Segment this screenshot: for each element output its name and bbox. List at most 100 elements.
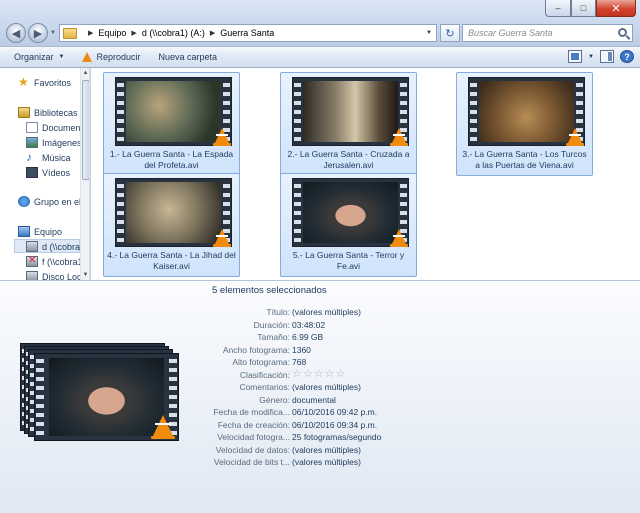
nav-item-drive-f[interactable]: f (\\cobra1 <box>26 255 83 267</box>
property-row-frame-width: Ancho fotograma: 1360 <box>180 345 600 357</box>
file-tile[interactable]: 1.- La Guerra Santa - La Espada del Prof… <box>103 72 240 176</box>
scroll-down-icon[interactable]: ▼ <box>81 270 89 280</box>
nav-item-documents[interactable]: Documen <box>26 122 81 133</box>
nav-item-libraries[interactable]: Bibliotecas <box>18 107 78 118</box>
property-value[interactable]: documental <box>292 395 336 405</box>
file-tile[interactable]: 4.- La Guerra Santa - La Jihad del Kaise… <box>103 173 240 277</box>
star-icon[interactable]: ☆ <box>336 368 346 380</box>
chevron-right-icon[interactable]: ▶ <box>210 29 215 37</box>
recent-pages-dropdown[interactable]: ▼ <box>50 30 56 36</box>
video-thumbnail <box>115 77 232 146</box>
vlc-cone-icon <box>151 415 175 439</box>
scroll-up-icon[interactable]: ▲ <box>81 68 89 78</box>
nav-item-drive-d[interactable]: d (\\cobra <box>26 241 80 252</box>
play-button[interactable]: Reproducir <box>82 52 141 62</box>
vlc-cone-icon <box>213 229 231 247</box>
vlc-cone-icon <box>566 128 584 146</box>
filmstrip-icon <box>34 353 179 441</box>
help-icon[interactable]: ? <box>620 50 634 63</box>
nav-label: Música <box>42 152 71 163</box>
organize-button[interactable]: Organizar ▼ <box>14 52 64 62</box>
property-label: Género: <box>259 394 290 405</box>
local-disk-icon <box>26 271 38 280</box>
file-name: 5.- La Guerra Santa - Terror y Fe.avi <box>292 250 405 271</box>
vlc-cone-icon <box>390 128 408 146</box>
address-dropdown[interactable]: ▼ <box>422 25 436 41</box>
vlc-cone-icon <box>390 229 408 247</box>
file-tile[interactable]: 2.- La Guerra Santa - Cruzada a Jerusale… <box>280 72 417 176</box>
property-value: (valores múltiples) <box>292 444 361 455</box>
file-tile[interactable]: 5.- La Guerra Santa - Terror y Fe.avi <box>280 173 417 277</box>
property-label: Tamaño: <box>257 332 290 342</box>
breadcrumb-current-folder[interactable]: Guerra Santa <box>220 28 274 38</box>
breadcrumb-drive[interactable]: d (\\cobra1) (A:) <box>142 28 205 38</box>
play-label: Reproducir <box>96 52 141 62</box>
property-value[interactable]: (valores múltiples) <box>292 307 361 317</box>
scrollbar-thumb[interactable] <box>82 80 89 180</box>
file-view: 1.- La Guerra Santa - La Espada del Prof… <box>91 68 640 280</box>
nav-label: d (\\cobra <box>42 241 81 252</box>
video-frame <box>303 182 398 243</box>
file-name: 1.- La Guerra Santa - La Espada del Prof… <box>109 149 234 170</box>
property-row-total-bitrate: Velocidad de bits t... (valores múltiple… <box>180 457 600 469</box>
star-icon[interactable]: ☆ <box>303 368 313 380</box>
view-options-dropdown[interactable]: ▼ <box>588 54 594 60</box>
video-thumbnail <box>468 77 585 146</box>
address-bar[interactable]: ▶ Equipo ▶ d (\\cobra1) (A:) ▶ Guerra Sa… <box>59 24 437 42</box>
chevron-right-icon[interactable]: ▶ <box>88 29 93 37</box>
minimize-button[interactable]: – <box>545 0 571 17</box>
breadcrumb-equipo[interactable]: Equipo <box>98 28 126 38</box>
search-input[interactable]: Buscar Guerra Santa <box>462 24 633 42</box>
property-label: Duración: <box>253 319 290 330</box>
change-view-icon[interactable] <box>568 50 583 63</box>
forward-button[interactable]: ▶ <box>28 23 48 43</box>
chevron-right-icon[interactable]: ▶ <box>131 29 136 37</box>
stacked-video-thumbnail <box>20 343 190 443</box>
video-thumbnail <box>115 178 232 247</box>
nav-label: Imágenes <box>42 137 82 148</box>
nav-label: Equipo <box>34 226 63 237</box>
back-button[interactable]: ◀ <box>6 23 26 43</box>
nav-scrollbar[interactable]: ▲ ▼ <box>80 68 89 280</box>
nav-item-favorites[interactable]: ★ Favoritos <box>18 76 72 88</box>
network-drive-icon <box>26 241 38 252</box>
nav-item-videos[interactable]: Vídeos <box>26 167 70 178</box>
star-icon[interactable]: ☆ <box>292 368 302 380</box>
preview-pane-icon[interactable] <box>600 50 614 63</box>
nav-item-local-disk[interactable]: Disco Loc <box>26 271 82 280</box>
property-value: 768 <box>292 357 307 367</box>
caption-buttons: – □ ✕ <box>545 0 636 17</box>
property-value[interactable]: (valores múltiples) <box>292 382 361 392</box>
details-pane: 5 elementos seleccionados Título: (valor… <box>0 280 640 513</box>
property-row-size: Tamaño: 6.99 GB <box>180 332 600 344</box>
property-label: Fecha de creación: <box>217 419 290 430</box>
close-button[interactable]: ✕ <box>596 0 636 17</box>
nav-item-computer[interactable]: Equipo <box>18 226 62 237</box>
rating-stars[interactable]: ☆ ☆ ☆ ☆ ☆ <box>292 368 346 380</box>
new-folder-label: Nueva carpeta <box>158 52 218 62</box>
nav-item-images[interactable]: Imágenes <box>26 137 82 148</box>
property-row-genre: Género: documental <box>180 395 600 407</box>
library-icon <box>18 107 30 118</box>
chevron-down-icon: ▼ <box>58 54 65 60</box>
nav-item-music[interactable]: ♪ Música <box>26 151 71 163</box>
refresh-button[interactable]: ↻ <box>440 24 460 42</box>
property-value: 03:48:02 <box>292 319 326 330</box>
new-folder-button[interactable]: Nueva carpeta <box>159 52 218 62</box>
property-label: Clasificación: <box>239 369 290 380</box>
nav-item-homegroup[interactable]: Grupo en el <box>18 196 81 207</box>
property-value: 6.99 GB <box>292 332 324 342</box>
search-icon[interactable] <box>618 28 627 37</box>
forward-arrow-icon: ▶ <box>33 27 43 40</box>
file-name: 3.- La Guerra Santa - Los Turcos a las P… <box>462 149 587 170</box>
nav-label: Favoritos <box>34 77 72 88</box>
nav-label: Vídeos <box>42 167 71 178</box>
property-value: 1360 <box>292 344 311 355</box>
star-icon[interactable]: ☆ <box>314 368 324 380</box>
file-tile[interactable]: 3.- La Guerra Santa - Los Turcos a las P… <box>456 72 593 176</box>
maximize-button[interactable]: □ <box>571 0 596 17</box>
star-icon[interactable]: ☆ <box>325 368 335 380</box>
property-value: 06/10/2016 09:42 p.m. <box>292 407 378 417</box>
property-label: Velocidad fotogra... <box>217 432 290 442</box>
property-label: Fecha de modifica... <box>213 407 290 417</box>
